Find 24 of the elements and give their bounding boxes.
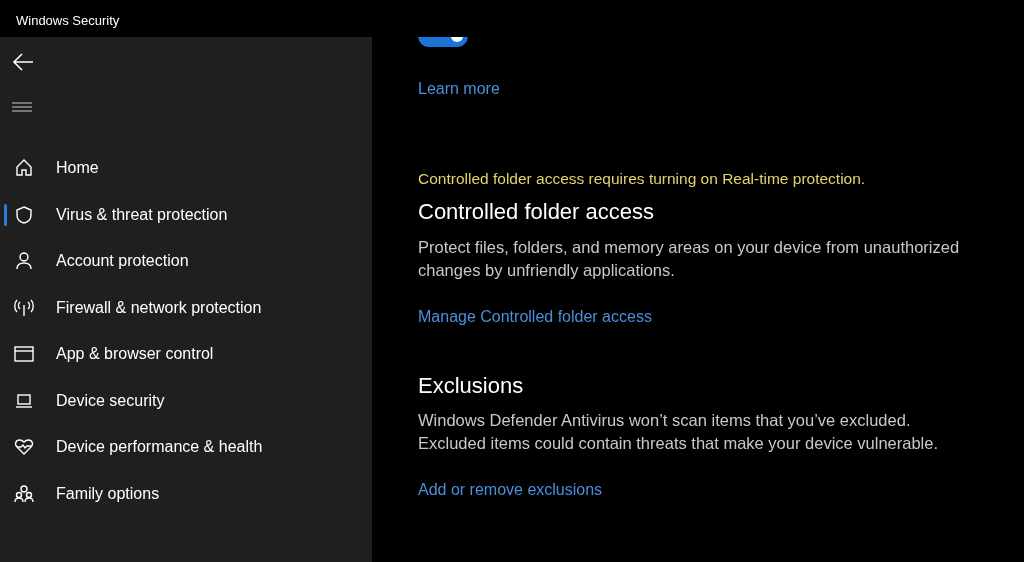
section-description: Windows Defender Antivirus won’t scan items that you’ve excluded. Excluded items could contain threats that make your device vulnerable. — [418, 410, 940, 455]
section-heading: Controlled folder access — [418, 199, 655, 226]
nav-item[interactable]: Account protection — [0, 238, 372, 285]
shield-icon — [14, 204, 34, 225]
back-icon[interactable] — [12, 53, 34, 71]
nav-item[interactable]: Virus & threat protection — [0, 191, 372, 238]
warning-text: Controlled folder access requires turning on Real-time protection. — [418, 169, 867, 189]
nav-item[interactable]: Device security — [0, 377, 372, 424]
link[interactable]: Learn more — [418, 77, 500, 101]
nav-item[interactable]: Home — [0, 145, 372, 192]
antenna-icon — [14, 297, 34, 318]
section-description: Protect files, folders, and memory areas on your device from unauthorized changes by unfriendly applications. — [418, 236, 961, 281]
nav-item[interactable]: App & browser control — [0, 331, 372, 378]
nav-item[interactable]: Device performance & health — [0, 424, 372, 471]
window-icon — [14, 344, 34, 365]
section-heading: Exclusions — [418, 372, 525, 400]
link[interactable]: Manage Controlled folder access — [418, 304, 652, 329]
family-icon — [14, 483, 34, 504]
nav-item[interactable]: Family options — [0, 470, 372, 517]
nav-item[interactable]: Firewall & network protection — [0, 284, 372, 331]
link[interactable]: Add or remove exclusions — [418, 478, 603, 503]
person-icon — [14, 251, 34, 272]
home-icon — [14, 158, 34, 179]
menu-icon[interactable] — [12, 102, 32, 112]
